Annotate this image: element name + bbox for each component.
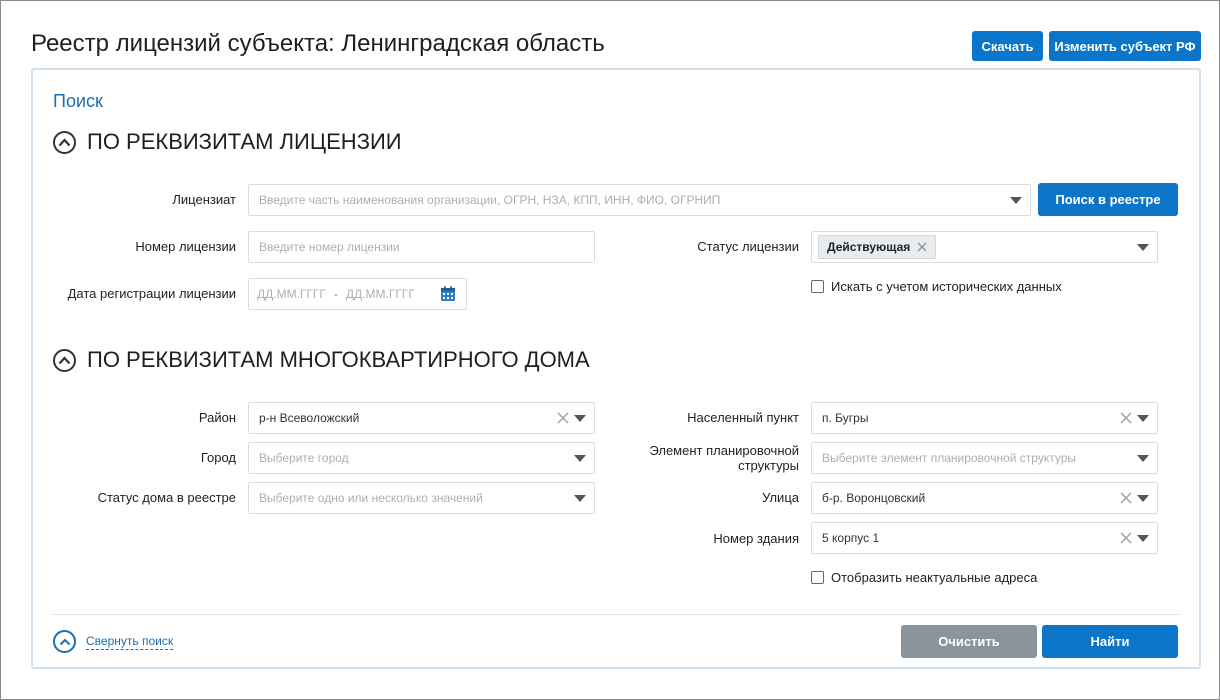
district-select[interactable]: р-н Всеволожский: [248, 402, 595, 434]
street-label: Улица: [762, 490, 799, 505]
status-tag-label: Действующая: [827, 240, 911, 254]
registry-search-button[interactable]: Поиск в реестре: [1038, 183, 1178, 216]
settlement-select[interactable]: п. Бугры: [811, 402, 1158, 434]
settlement-value: п. Бугры: [822, 411, 869, 425]
license-section-toggle[interactable]: ПО РЕКВИЗИТАМ ЛИЦЕНЗИИ: [53, 129, 402, 155]
licensee-input[interactable]: Введите часть наименования организации, …: [248, 184, 1031, 216]
license-number-placeholder: Введите номер лицензии: [259, 240, 400, 254]
license-number-input[interactable]: Введите номер лицензии: [248, 231, 595, 263]
historical-checkbox[interactable]: [811, 280, 824, 293]
house-status-select[interactable]: Выберите одно или несколько значений: [248, 482, 595, 514]
clear-icon[interactable]: [1119, 491, 1133, 505]
chevron-down-icon[interactable]: [1137, 244, 1149, 251]
chevron-down-icon[interactable]: [1137, 495, 1149, 502]
chevron-down-icon[interactable]: [1137, 455, 1149, 462]
district-label: Район: [198, 410, 236, 425]
licensee-placeholder: Введите часть наименования организации, …: [259, 193, 721, 207]
city-select[interactable]: Выберите город: [248, 442, 595, 474]
building-select[interactable]: 5 корпус 1: [811, 522, 1158, 554]
date-to-placeholder[interactable]: ДД.ММ.ГГГГ: [346, 287, 415, 301]
planning-label: Элемент планировочной структуры: [649, 443, 799, 473]
calendar-icon[interactable]: [440, 286, 456, 302]
city-placeholder: Выберите город: [259, 451, 349, 465]
date-separator: -: [333, 287, 338, 301]
outdated-checkbox[interactable]: [811, 571, 824, 584]
search-title: Поиск: [53, 91, 103, 111]
chevron-down-icon[interactable]: [1137, 415, 1149, 422]
clear-icon[interactable]: [556, 411, 570, 425]
reg-date-range[interactable]: ДД.ММ.ГГГГ - ДД.ММ.ГГГГ: [248, 278, 467, 310]
change-subject-button[interactable]: Изменить субъект РФ: [1049, 31, 1201, 61]
reg-date-label: Дата регистрации лицензии: [67, 286, 236, 301]
clear-icon[interactable]: [1119, 411, 1133, 425]
chevron-up-icon: [53, 630, 76, 653]
chevron-up-icon: [53, 348, 76, 372]
district-value: р-н Всеволожский: [259, 411, 360, 425]
find-button[interactable]: Найти: [1042, 625, 1178, 658]
license-status-select[interactable]: Действующая: [811, 231, 1158, 263]
date-from-placeholder[interactable]: ДД.ММ.ГГГГ: [257, 287, 326, 301]
outdated-checkbox-row[interactable]: Отобразить неактуальные адреса: [811, 570, 1037, 585]
historical-checkbox-row[interactable]: Искать с учетом исторических данных: [811, 279, 1062, 294]
outdated-label: Отобразить неактуальные адреса: [831, 570, 1038, 585]
house-status-placeholder: Выберите одно или несколько значений: [259, 491, 483, 505]
planning-select[interactable]: Выберите элемент планировочной структуры: [811, 442, 1158, 474]
settlement-label: Населенный пункт: [687, 410, 799, 425]
house-section-heading: ПО РЕКВИЗИТАМ МНОГОКВАРТИРНОГО ДОМА: [87, 347, 590, 372]
city-label: Город: [200, 450, 236, 465]
licensee-label: Лицензиат: [172, 192, 236, 207]
clear-button[interactable]: Очистить: [901, 625, 1037, 658]
license-status-label: Статус лицензии: [697, 239, 799, 254]
chevron-down-icon[interactable]: [574, 415, 586, 422]
planning-placeholder: Выберите элемент планировочной структуры: [822, 451, 1077, 465]
divider: [52, 614, 1180, 615]
remove-tag-icon[interactable]: [917, 242, 927, 252]
house-section-toggle[interactable]: ПО РЕКВИЗИТАМ МНОГОКВАРТИРНОГО ДОМА: [53, 347, 590, 373]
clear-icon[interactable]: [1119, 531, 1133, 545]
page-title: Реестр лицензий субъекта: Ленинградская …: [31, 30, 605, 57]
chevron-down-icon[interactable]: [1010, 197, 1022, 204]
building-value: 5 корпус 1: [822, 531, 880, 545]
chevron-down-icon[interactable]: [1137, 535, 1149, 542]
status-tag: Действующая: [818, 235, 937, 259]
collapse-search-link[interactable]: Свернуть поиск: [53, 630, 174, 653]
license-number-label: Номер лицензии: [135, 239, 236, 254]
historical-label: Искать с учетом исторических данных: [831, 279, 1062, 294]
street-select[interactable]: б-р. Воронцовский: [811, 482, 1158, 514]
download-button[interactable]: Скачать: [972, 31, 1043, 61]
street-value: б-р. Воронцовский: [822, 491, 926, 505]
house-status-label: Статус дома в реестре: [97, 490, 236, 505]
building-label: Номер здания: [713, 531, 799, 546]
chevron-down-icon[interactable]: [574, 455, 586, 462]
license-section-heading: ПО РЕКВИЗИТАМ ЛИЦЕНЗИИ: [87, 129, 402, 154]
collapse-search-label: Свернуть поиск: [86, 633, 174, 650]
chevron-up-icon: [53, 130, 76, 154]
chevron-down-icon[interactable]: [574, 495, 586, 502]
